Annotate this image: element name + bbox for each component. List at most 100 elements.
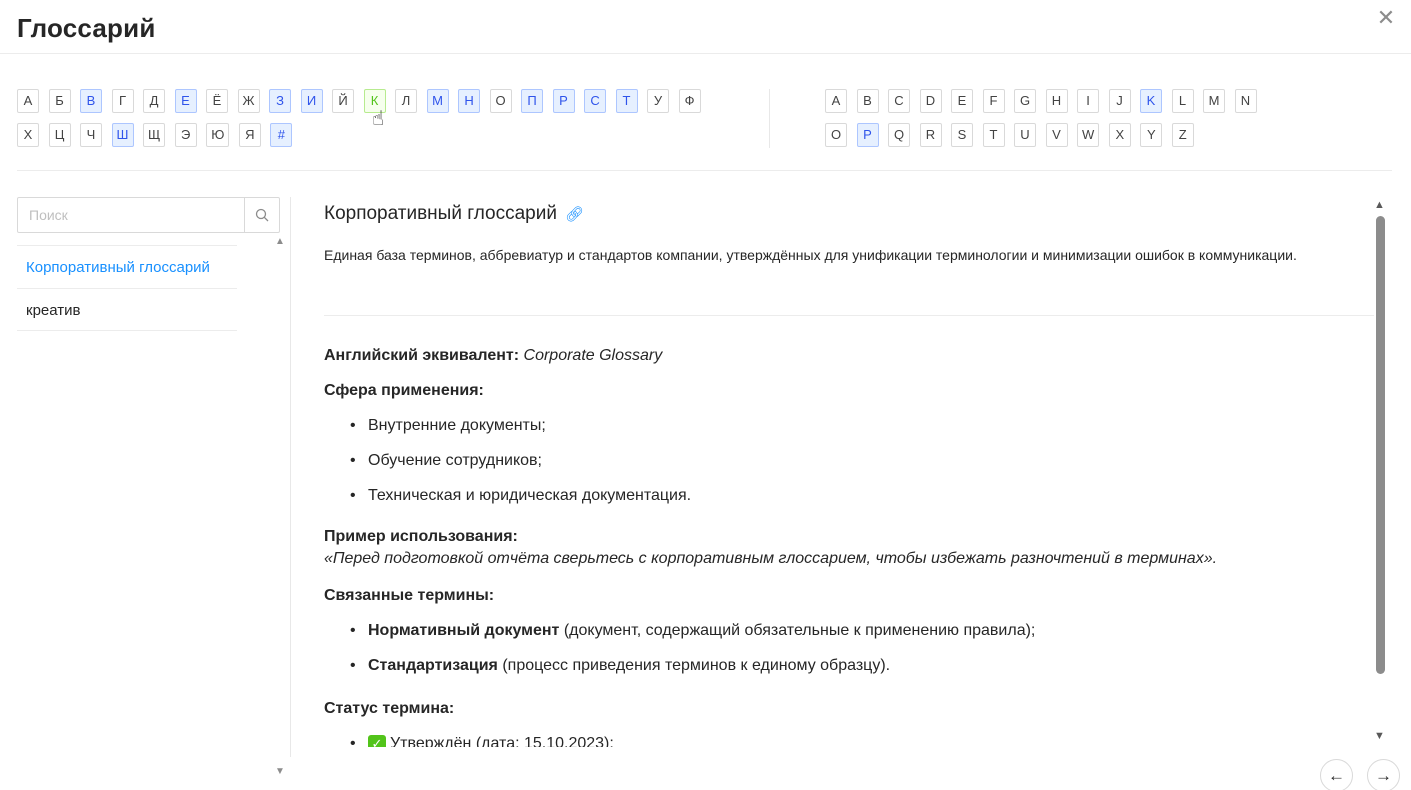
latin-letter-button[interactable]: I <box>1077 89 1099 113</box>
cyrillic-letter-button[interactable]: К <box>363 89 386 113</box>
cyrillic-alphabet-filter: А Б В Г Д Е Ё Ж З И Й К Л М Н О П Р С Т У Ф Х Ц Ч Ш Щ Э Ю Я # <box>17 89 710 157</box>
cyrillic-row: Х Ц Ч Ш Щ Э Ю Я # <box>17 123 710 147</box>
latin-alphabet-filter: ABCDEFGHIJKLMN OPQRSTUVWXYZ <box>825 89 1266 157</box>
status-list: ✓ Утверждён (дата: 15.10.2023); <box>324 731 1374 747</box>
status-value: Утверждён (дата: 15.10.2023); <box>390 735 614 747</box>
latin-letter-button[interactable]: D <box>919 89 942 113</box>
arrow-left-icon[interactable]: ← <box>1320 759 1353 790</box>
latin-letter-button[interactable]: Q <box>888 123 910 147</box>
latin-letter-button[interactable]: Y <box>1140 123 1163 147</box>
term-list-item[interactable]: Корпоративный глоссарий <box>17 245 237 288</box>
cyrillic-letter-button[interactable]: Г <box>111 89 134 113</box>
latin-letter-button[interactable]: H <box>1045 89 1068 113</box>
cyrillic-row: АБВГДЕЁЖЗИЙКЛМНОПРСТУФ <box>17 89 710 113</box>
latin-letter-button[interactable]: B <box>856 89 879 113</box>
cyrillic-letter-button[interactable]: О <box>489 89 512 113</box>
cyrillic-letter-button[interactable]: Ц <box>48 123 71 147</box>
latin-letter-button[interactable]: U <box>1014 123 1036 147</box>
content-scrollbar-thumb[interactable] <box>1376 216 1385 674</box>
alphabet-separator <box>769 89 770 148</box>
cyrillic-letter-button[interactable]: С <box>584 89 607 113</box>
latin-letter-button[interactable]: V <box>1045 123 1068 147</box>
cyrillic-letter-button[interactable]: Ф <box>678 89 701 113</box>
cyrillic-letter-button[interactable]: Т <box>615 89 638 113</box>
english-equivalent-label: Английский эквивалент: <box>324 347 520 364</box>
cyrillic-letter-button[interactable]: Н <box>458 89 481 113</box>
latin-letter-button[interactable]: X <box>1108 123 1131 147</box>
english-equivalent-value: Corporate Glossary <box>523 347 663 364</box>
cyrillic-letter-button[interactable]: Е <box>174 89 197 113</box>
related-heading: Связанные термины: <box>324 583 1374 618</box>
close-icon[interactable]: ✕ <box>1376 7 1396 29</box>
example-quote: «Перед подготовкой отчёта сверьтесь с ко… <box>324 550 1218 567</box>
latin-letter-button[interactable]: M <box>1203 89 1225 113</box>
latin-letter-button[interactable]: P <box>856 123 879 147</box>
link-icon[interactable]: 🔗︎ <box>565 205 584 223</box>
article-description: Единая база терминов, аббревиатур и стан… <box>324 247 1297 263</box>
cyrillic-letter-button[interactable]: В <box>80 89 102 113</box>
latin-row: OPQRSTUVWXYZ <box>825 123 1266 147</box>
cyrillic-letter-button[interactable]: Э <box>174 123 197 147</box>
cyrillic-letter-button[interactable]: # <box>270 123 293 147</box>
latin-letter-button[interactable]: F <box>982 89 1005 113</box>
content-scroll-up-icon[interactable]: ▲ <box>1374 199 1385 211</box>
latin-letter-button[interactable]: R <box>919 123 942 147</box>
cyrillic-letter-button[interactable]: Я <box>238 123 261 147</box>
latin-letter-button[interactable]: C <box>888 89 910 113</box>
cyrillic-letter-button[interactable]: Ю <box>206 123 230 147</box>
cyrillic-letter-button[interactable]: Ш <box>111 123 134 147</box>
cyrillic-letter-button[interactable]: Ё <box>206 89 228 113</box>
related-list: Нормативный документ (документ, содержащ… <box>324 618 1374 688</box>
latin-letter-button[interactable]: S <box>951 123 973 147</box>
arrow-right-icon[interactable]: → <box>1367 759 1400 790</box>
scope-heading: Сфера применения: <box>324 378 1374 413</box>
related-term: Нормативный документ <box>368 622 560 639</box>
latin-letter-button[interactable]: J <box>1108 89 1131 113</box>
cyrillic-letter-button[interactable]: А <box>17 89 39 113</box>
cyrillic-letter-button[interactable]: З <box>269 89 292 113</box>
latin-letter-button[interactable]: Z <box>1171 123 1194 147</box>
latin-letter-button[interactable]: L <box>1171 89 1194 113</box>
cyrillic-letter-button[interactable]: М <box>426 89 449 113</box>
list-item: Нормативный документ (документ, содержащ… <box>350 618 1374 653</box>
list-item: ✓ Утверждён (дата: 15.10.2023); <box>350 731 1374 747</box>
term-list: Корпоративный глоссарий креатив <box>17 245 237 331</box>
cyrillic-letter-button[interactable]: Б <box>48 89 71 113</box>
cyrillic-letter-button[interactable]: Щ <box>143 123 166 147</box>
cyrillic-letter-button[interactable]: Р <box>552 89 575 113</box>
related-label: Связанные термины: <box>324 587 495 604</box>
article-body: Английский эквивалент: Corporate Glossar… <box>324 343 1374 747</box>
english-equivalent: Английский эквивалент: Corporate Glossar… <box>324 343 1374 378</box>
related-term: Стандартизация <box>368 657 498 674</box>
latin-letter-button[interactable]: O <box>825 123 847 147</box>
scope-label: Сфера применения: <box>324 382 484 399</box>
cyrillic-letter-button[interactable]: Х <box>17 123 39 147</box>
cyrillic-letter-button[interactable]: Ж <box>237 89 260 113</box>
latin-letter-button[interactable]: E <box>951 89 973 113</box>
cyrillic-letter-button[interactable]: Л <box>395 89 418 113</box>
latin-letter-button[interactable]: N <box>1234 89 1257 113</box>
latin-letter-button[interactable]: W <box>1077 123 1100 147</box>
term-list-item[interactable]: креатив <box>17 288 237 331</box>
cyrillic-letter-button[interactable]: П <box>521 89 544 113</box>
latin-letter-button[interactable]: K <box>1140 89 1162 113</box>
cyrillic-letter-button[interactable]: Д <box>143 89 165 113</box>
scope-list: Внутренние документы; Обучение сотрудник… <box>324 413 1374 518</box>
cyrillic-letter-button[interactable]: У <box>647 89 670 113</box>
latin-letter-button[interactable]: T <box>982 123 1005 147</box>
search-input[interactable] <box>18 198 244 232</box>
cyrillic-letter-button[interactable]: И <box>300 89 323 113</box>
example-label: Пример использования: <box>324 528 518 545</box>
latin-letter-button[interactable]: A <box>825 89 847 113</box>
article-title: Корпоративный глоссарий 🔗︎ <box>324 203 584 225</box>
cyrillic-letter-button[interactable]: Ч <box>80 123 102 147</box>
list-scroll-down-icon[interactable]: ▼ <box>275 766 285 777</box>
search-icon[interactable] <box>244 198 279 232</box>
status-heading: Статус термина: <box>324 696 1374 731</box>
list-scroll-up-icon[interactable]: ▲ <box>275 236 285 247</box>
status-label: Статус термина: <box>324 700 455 717</box>
cyrillic-letter-button[interactable]: Й <box>332 89 355 113</box>
panel-separator <box>290 197 291 757</box>
content-scroll-down-icon[interactable]: ▼ <box>1374 730 1385 742</box>
latin-letter-button[interactable]: G <box>1014 89 1036 113</box>
